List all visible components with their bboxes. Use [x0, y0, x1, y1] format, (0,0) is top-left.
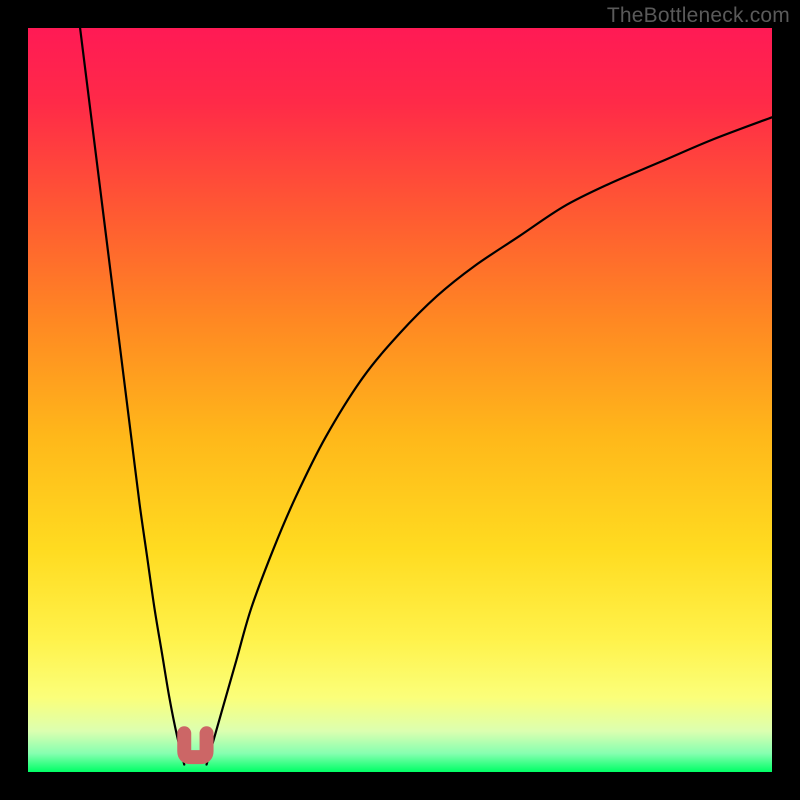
watermark-text: TheBottleneck.com	[607, 4, 790, 28]
plot-frame	[28, 28, 772, 772]
background-gradient	[28, 28, 772, 772]
